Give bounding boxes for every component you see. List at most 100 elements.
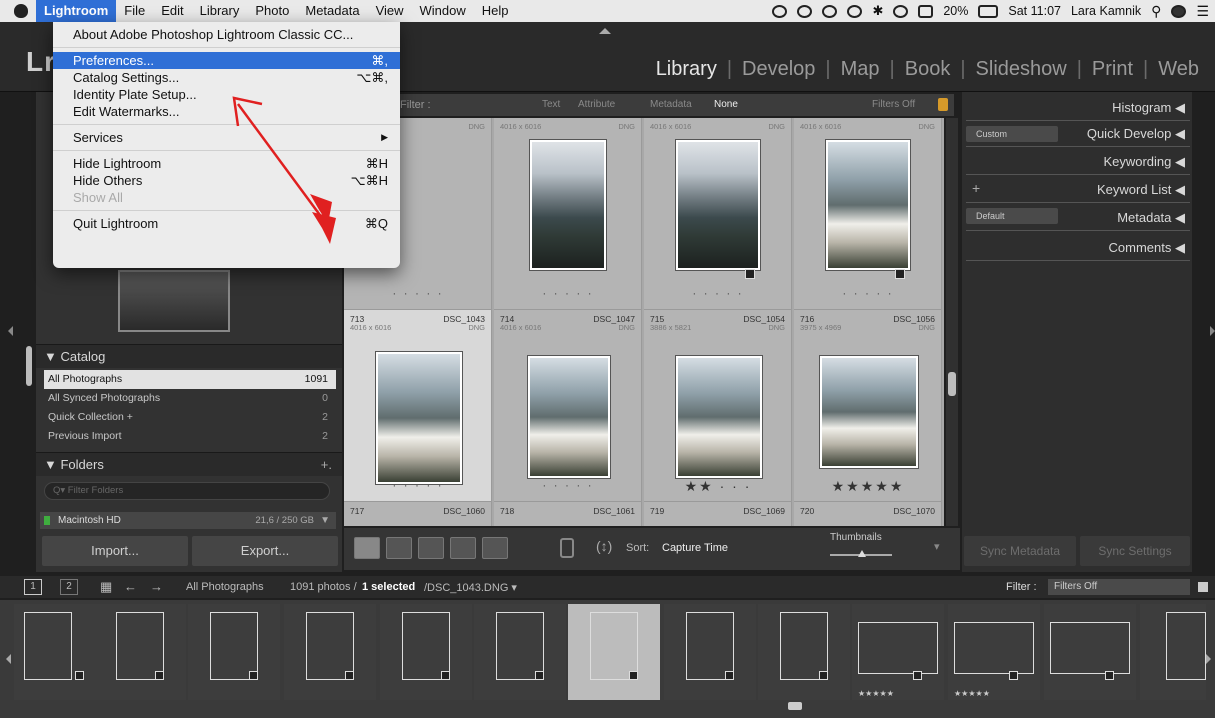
filter-tab-metadata[interactable]: Metadata [650,99,692,110]
spotlight-icon[interactable]: ⚲ [1151,3,1161,20]
dropbox-icon[interactable] [772,4,788,18]
grid-cell[interactable]: 715 3886 x 5821 DSC_1054 DNG ★★ · · · [644,310,792,502]
battery-percent[interactable]: 20% [943,4,968,18]
histogram-header[interactable]: Histogram ◀ [1112,100,1185,116]
m-icon[interactable] [797,4,813,18]
siri-icon[interactable] [1171,4,1187,18]
catalog-synced[interactable]: All Synced Photographs 0 [44,389,336,408]
grid-shortcut-icon[interactable]: ▦ [100,579,112,595]
photo-thumbnail[interactable] [530,140,606,270]
develop-badge-icon[interactable] [895,269,905,279]
collapse-right-panel-icon[interactable] [1210,326,1215,336]
filmstrip-thumb[interactable] [1044,604,1136,700]
apple-icon[interactable] [14,4,28,18]
filmstrip-thumb[interactable] [1140,604,1206,700]
quick-develop-header[interactable]: Quick Develop ◀ [1087,126,1185,142]
grid-cell[interactable]: 720 DSC_1070 [794,502,942,526]
people-view-button[interactable] [482,537,508,559]
wifi-icon[interactable] [893,4,909,18]
back-arrow-icon[interactable]: ← [124,579,137,594]
filmstrip-scroll-thumb[interactable] [788,702,802,710]
sync-metadata-button[interactable]: Sync Metadata [964,536,1076,566]
develop-badge-icon[interactable] [745,269,755,279]
filter-lock-icon[interactable] [1198,582,1208,592]
battery-icon[interactable] [978,4,999,18]
catalog-previous-import[interactable]: Previous Import 2 [44,427,336,446]
main-window-button[interactable]: 1 [24,579,42,595]
survey-view-button[interactable] [450,537,476,559]
menu-item-about[interactable]: About Adobe Photoshop Lightroom Classic … [53,26,400,43]
loupe-view-button[interactable] [386,537,412,559]
module-map[interactable]: Map [831,58,890,81]
volume-macintosh-hd[interactable]: Macintosh HD 21,6 / 250 GB ▼ [40,512,336,529]
filters-off-status[interactable]: Filters Off [872,99,915,110]
sort-direction-icon[interactable]: (↕) [596,538,612,554]
photo-thumbnail[interactable] [528,356,610,478]
export-button[interactable]: Export... [192,536,338,566]
1password-icon[interactable] [847,4,863,18]
filmstrip-thumb[interactable] [380,604,472,700]
menu-window[interactable]: Window [412,0,474,22]
module-slideshow[interactable]: Slideshow [966,58,1077,81]
menu-item-preferences[interactable]: Preferences... ⌘, [53,52,400,69]
menu-file[interactable]: File [116,0,153,22]
photo-thumbnail[interactable] [676,140,760,270]
volume-disclosure-icon[interactable]: ▼ [320,512,330,529]
filmstrip-thumb[interactable]: ★★★★★ [852,604,944,700]
comments-header[interactable]: Comments ◀ [1109,240,1185,256]
catalog-all-photographs[interactable]: All Photographs 1091 [44,370,336,389]
painter-icon[interactable] [560,538,574,558]
secondary-window-button[interactable]: 2 [60,579,78,595]
filmstrip-thumb[interactable] [188,604,280,700]
source-label[interactable]: All Photographs [186,581,264,593]
filmstrip-thumb[interactable]: ★★★★★ [948,604,1040,700]
menu-item-quit[interactable]: Quit Lightroom ⌘Q [53,215,400,232]
menu-item-catalog-settings[interactable]: Catalog Settings... ⌥⌘, [53,69,400,86]
notification-center-icon[interactable]: ☰ [1196,3,1209,20]
module-web[interactable]: Web [1148,58,1209,81]
collapse-top-panel-icon[interactable] [599,28,611,34]
thumbnail-grid[interactable]: DNG · · · · · 4016 x 6016 DNG · · · · · 4… [344,118,944,526]
menu-help[interactable]: Help [474,0,517,22]
catalog-panel-header[interactable]: ▼ Catalog [36,344,342,368]
menu-item-identity-plate[interactable]: Identity Plate Setup... [53,86,400,103]
add-folder-icon[interactable]: +. [321,453,332,477]
quick-develop-preset-select[interactable]: Custom [966,126,1058,142]
photo-thumbnail[interactable] [826,140,910,270]
grid-cell[interactable]: 717 DSC_1060 [344,502,492,526]
folder-filter-input[interactable]: Q▾ Filter Folders [44,482,330,500]
sync-settings-button[interactable]: Sync Settings [1080,536,1190,566]
grid-scroll-thumb[interactable] [948,372,956,396]
menu-edit[interactable]: Edit [153,0,191,22]
airplay-icon[interactable] [918,4,934,18]
metadata-preset-select[interactable]: Default [966,208,1058,224]
filmstrip-thumb[interactable] [94,604,186,700]
filter-tab-none[interactable]: None [714,99,738,110]
thumbnail-size-handle[interactable] [858,550,866,557]
collapse-left-panel-icon[interactable] [8,326,13,336]
module-library[interactable]: Library [646,58,727,81]
menu-item-hide-others[interactable]: Hide Others ⌥⌘H [53,172,400,189]
clock[interactable]: Sat 11:07 [1008,4,1061,18]
grid-view-button[interactable] [354,537,380,559]
menu-item-edit-watermarks[interactable]: Edit Watermarks... [53,103,400,120]
keywording-header[interactable]: Keywording ◀ [1103,154,1185,170]
menu-item-hide-lightroom[interactable]: Hide Lightroom ⌘H [53,155,400,172]
photo-thumbnail[interactable] [676,356,762,478]
left-panel-scrollbar[interactable] [26,346,32,386]
catalog-quick-collection[interactable]: Quick Collection +2 [44,408,336,427]
photo-thumbnail[interactable] [376,352,462,484]
grid-cell[interactable]: 4016 x 6016 DNG · · · · · [494,118,642,310]
menu-metadata[interactable]: Metadata [297,0,367,22]
add-keyword-icon[interactable]: + [972,180,980,196]
menu-lightroom[interactable]: Lightroom [36,0,117,22]
import-button[interactable]: Import... [42,536,188,566]
module-book[interactable]: Book [895,58,961,81]
filmstrip-thumb[interactable] [664,604,756,700]
menu-library[interactable]: Library [192,0,248,22]
filter-tab-attribute[interactable]: Attribute [578,99,615,110]
navigator-preview[interactable] [118,270,230,332]
toolbar-menu-icon[interactable]: ▾ [934,540,940,553]
grid-cell[interactable]: 4016 x 6016 DNG · · · · · [794,118,942,310]
compare-view-button[interactable] [418,537,444,559]
